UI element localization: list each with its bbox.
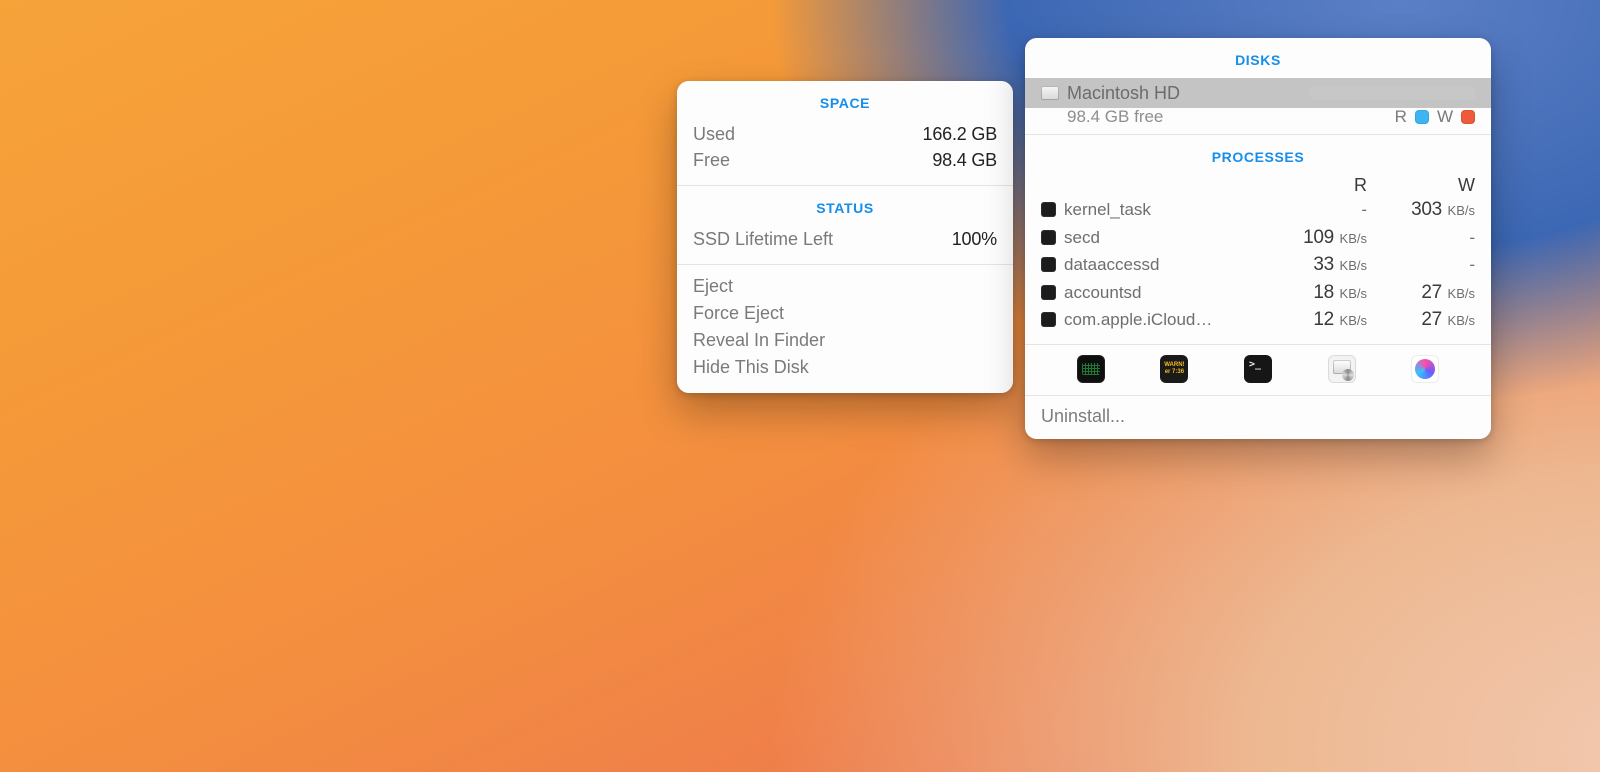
space-used-label: Used [693, 121, 735, 147]
process-row[interactable]: com.apple.iCloud…12 KB/s27 KB/s [1041, 306, 1475, 334]
disks-header: DISKS [1025, 38, 1491, 78]
process-icon [1041, 285, 1056, 300]
process-name: com.apple.iCloud… [1064, 308, 1261, 333]
process-row[interactable]: accountsd18 KB/s27 KB/s [1041, 279, 1475, 307]
console-icon[interactable]: WARN!er 7:36 [1160, 355, 1188, 383]
space-used-value: 166.2 GB [923, 121, 997, 147]
disk-name: Macintosh HD [1067, 83, 1310, 104]
process-icon [1041, 257, 1056, 272]
disks-panel: DISKS Macintosh HD 98.4 GB free R W PROC… [1025, 38, 1491, 439]
disk-free-text: 98.4 GB free [1067, 107, 1395, 127]
process-icon [1041, 312, 1056, 327]
read-led-icon [1415, 110, 1429, 124]
eject-action[interactable]: Eject [693, 273, 997, 300]
disk-row-macintosh-hd[interactable]: Macintosh HD [1025, 78, 1491, 108]
ssd-lifetime-label: SSD Lifetime Left [693, 226, 833, 252]
process-row[interactable]: dataaccessd33 KB/s- [1041, 251, 1475, 279]
activity-monitor-icon[interactable] [1077, 355, 1105, 383]
space-header: SPACE [677, 81, 1013, 121]
terminal-icon[interactable] [1244, 355, 1272, 383]
space-free-label: Free [693, 147, 730, 173]
hide-this-disk-action[interactable]: Hide This Disk [693, 354, 997, 381]
disk-utility-icon[interactable] [1328, 355, 1356, 383]
space-used-row: Used 166.2 GB [693, 121, 997, 147]
process-icon [1041, 202, 1056, 217]
disk-actions: Eject Force Eject Reveal In Finder Hide … [677, 265, 1013, 393]
process-row[interactable]: secd109 KB/s- [1041, 224, 1475, 252]
process-row[interactable]: kernel_task-303 KB/s [1041, 196, 1475, 224]
ssd-lifetime-value: 100% [952, 226, 997, 252]
cleaner-icon[interactable] [1411, 355, 1439, 383]
ssd-lifetime-row: SSD Lifetime Left 100% [693, 226, 997, 252]
processes-table: R W kernel_task-303 KB/ssecd109 KB/s-dat… [1025, 175, 1491, 344]
processes-header: PROCESSES [1025, 135, 1491, 175]
space-free-value: 98.4 GB [932, 147, 997, 173]
space-free-row: Free 98.4 GB [693, 147, 997, 173]
process-name: kernel_task [1064, 198, 1261, 223]
process-name: accountsd [1064, 281, 1261, 306]
write-label: W [1437, 107, 1453, 127]
disk-icon [1041, 86, 1059, 100]
write-led-icon [1461, 110, 1475, 124]
processes-table-header: R W [1041, 175, 1475, 196]
disk-subrow: 98.4 GB free R W [1025, 108, 1491, 134]
force-eject-action[interactable]: Force Eject [693, 300, 997, 327]
disk-detail-panel: SPACE Used 166.2 GB Free 98.4 GB STATUS … [677, 81, 1013, 393]
col-read: R [1261, 175, 1367, 196]
col-write: W [1367, 175, 1475, 196]
status-header: STATUS [677, 186, 1013, 226]
app-shortcuts: WARN!er 7:36 [1025, 345, 1491, 395]
disk-usage-bar [1310, 86, 1475, 100]
process-icon [1041, 230, 1056, 245]
uninstall-link[interactable]: Uninstall... [1041, 406, 1125, 426]
process-name: dataaccessd [1064, 253, 1261, 278]
read-label: R [1395, 107, 1407, 127]
process-name: secd [1064, 226, 1261, 251]
reveal-in-finder-action[interactable]: Reveal In Finder [693, 327, 997, 354]
